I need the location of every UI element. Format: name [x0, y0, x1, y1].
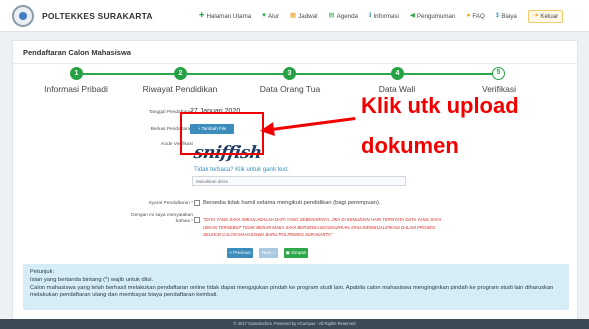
agenda-icon: ▤	[328, 11, 335, 19]
home-icon: ✚	[199, 11, 205, 19]
app-brand[interactable]: POLTEKKES SURAKARTA	[42, 11, 153, 21]
nav-workflow[interactable]: ♥ Alur	[262, 11, 279, 19]
page-title: Pendaftaran Calon Mahasiswa	[23, 48, 131, 57]
nav-information[interactable]: ℹ Informasi	[368, 11, 399, 19]
instructions-line-1: Isian yang bertanda bintang (*) wajib un…	[30, 276, 154, 283]
instructions-title: Petunjuk:	[30, 269, 55, 275]
step-connector	[77, 73, 175, 75]
info-icon: ℹ	[368, 11, 372, 19]
cost-icon: $	[495, 11, 500, 19]
nav-cost[interactable]: $ Biaya	[495, 11, 517, 19]
college-logo-icon	[12, 4, 34, 27]
annotation-callout: Klik utk upload dokumen	[361, 86, 519, 166]
page-footer: © 2017 Gamaluches. Powered by eCampus - …	[0, 319, 589, 329]
title-divider	[13, 63, 579, 64]
nav-home[interactable]: ✚ Halaman Utama	[199, 11, 251, 19]
declaration-text: "DATA YANG SAYA ISIKAN ADALAH DATA YANG …	[203, 217, 441, 237]
step-1-label: Informasi Pribadi	[44, 84, 108, 94]
step-connector	[398, 73, 499, 75]
faq-icon: ●	[466, 11, 471, 19]
workflow-icon: ♥	[262, 11, 267, 19]
step-1-marker[interactable]: 1	[70, 67, 83, 80]
step-3-label: Data Orang Tua	[259, 84, 321, 94]
step-connector	[181, 73, 285, 75]
nav-schedule[interactable]: ▦ Jadwal	[290, 11, 317, 19]
calendar-icon: ▦	[290, 11, 297, 19]
previous-button[interactable]: « Previous	[227, 248, 253, 258]
step-4-marker[interactable]: 4	[391, 67, 404, 80]
terms-checkbox[interactable]	[194, 200, 200, 206]
instructions-box: Petunjuk: Isian yang bertanda bintang (*…	[23, 264, 569, 310]
step-2-label: Riwayat Pendidikan	[142, 84, 218, 94]
terms-text: Bersedia tidak hamil selama mengikuti pe…	[203, 200, 381, 206]
step-5-marker[interactable]: 5	[492, 67, 505, 80]
annotation-arrow-head-icon	[259, 122, 275, 138]
instructions-line-2: Calon mahasiswa yang telah berhasil mela…	[30, 284, 554, 299]
terms-label: Syarat Pendaftaran *	[148, 201, 193, 206]
declaration-label: Dengan ini saya menyatakan bahwa *	[131, 213, 193, 224]
logout-button[interactable]: ⇥ Keluar	[527, 9, 564, 23]
step-connector	[290, 73, 393, 75]
nav-faq[interactable]: ● FAQ	[466, 11, 484, 19]
captcha-refresh-link[interactable]: Tidak terbaca? Klik untuk ganti text.	[194, 167, 289, 173]
annotation-line-1: Klik utk upload	[361, 93, 519, 118]
nav-agenda[interactable]: ▤ Agenda	[328, 11, 358, 19]
step-2-marker[interactable]: 2	[174, 67, 187, 80]
step-3-marker[interactable]: 3	[283, 67, 296, 80]
save-button[interactable]: ▣ Simpan	[284, 248, 308, 258]
logout-icon: ⇥	[532, 11, 539, 19]
main-nav: ✚ Halaman Utama ♥ Alur ▦ Jadwal ▤ Agenda…	[199, 0, 564, 32]
announcement-icon: ◀	[409, 11, 415, 19]
next-button[interactable]: Next »	[259, 248, 278, 258]
registration-panel: Pendaftaran Calon Mahasiswa 1 2 3 4 5 In…	[12, 40, 579, 329]
nav-announcement[interactable]: ◀ Pengumuman	[409, 11, 456, 19]
captcha-input[interactable]	[192, 176, 406, 186]
declaration-checkbox[interactable]	[194, 217, 200, 223]
upload-highlight-box	[180, 112, 264, 155]
annotation-line-2: dokumen	[361, 133, 459, 158]
top-navbar: POLTEKKES SURAKARTA ✚ Halaman Utama ♥ Al…	[0, 0, 589, 32]
